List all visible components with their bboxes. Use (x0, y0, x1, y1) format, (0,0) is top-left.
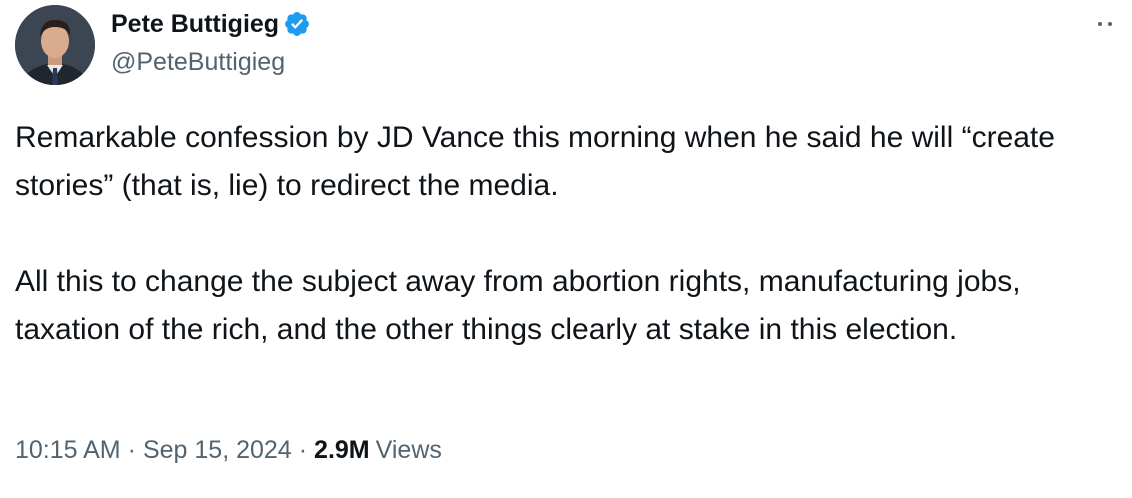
tweet-text: Remarkable confession by JD Vance this m… (15, 114, 1120, 354)
avatar-image (15, 5, 95, 85)
views-label: Views (375, 436, 442, 464)
author-display-name[interactable]: Pete Buttigieg (111, 10, 279, 39)
meta-separator: · (298, 436, 308, 464)
author-handle[interactable]: @PeteButtigieg (111, 48, 311, 77)
name-row: Pete Buttigieg (111, 6, 311, 42)
tweet-time[interactable]: 10:15 AM (15, 436, 121, 465)
avatar[interactable] (15, 5, 95, 85)
more-options-icon[interactable] (1090, 12, 1120, 36)
meta-separator: · (127, 436, 136, 464)
author-info: Pete Buttigieg @PeteButtigieg (111, 6, 311, 77)
tweet-meta: 10:15 AM · Sep 15, 2024 · 2.9M Views (15, 436, 442, 465)
verified-badge-icon[interactable] (283, 10, 311, 38)
tweet-card: Pete Buttigieg @PeteButtigieg Remarkable… (0, 0, 1132, 498)
tweet-paragraph: All this to change the subject away from… (15, 265, 1021, 346)
tweet-paragraph: Remarkable confession by JD Vance this m… (15, 121, 1055, 202)
views-count: 2.9M (314, 436, 370, 464)
tweet-date[interactable]: Sep 15, 2024 (143, 436, 292, 465)
